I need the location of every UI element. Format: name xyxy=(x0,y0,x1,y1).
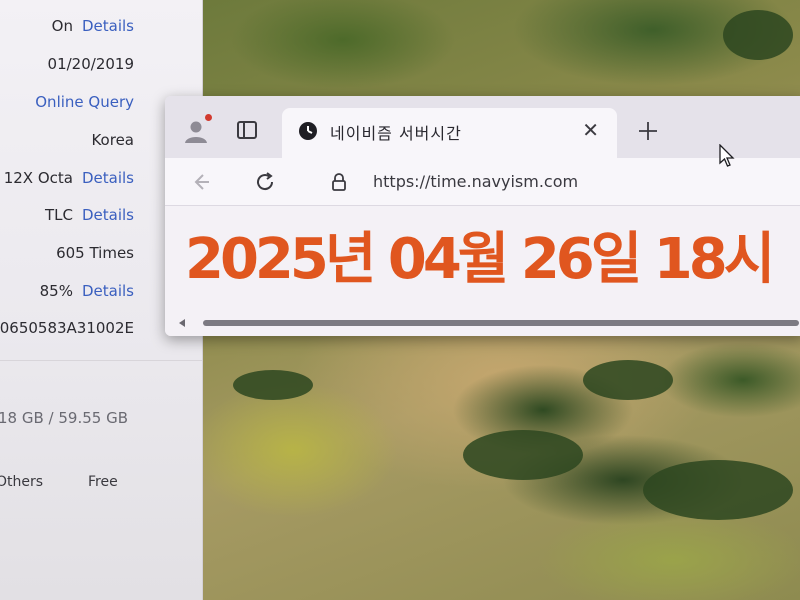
server-time-display: 2025년 04월 26일 18시 xyxy=(185,227,775,292)
url-text: https://time.navyism.com xyxy=(373,172,579,191)
tree-clump xyxy=(643,460,793,520)
tab-actions-icon[interactable] xyxy=(236,119,258,141)
info-value: 605 Times xyxy=(56,244,134,262)
tree-clump xyxy=(723,10,793,60)
tab-title: 네이비즘 서버시간 xyxy=(330,124,462,143)
info-row-status: On Details xyxy=(52,14,134,38)
info-value: 0650583A31002E xyxy=(0,319,134,337)
mouse-pointer-icon xyxy=(719,143,735,168)
browser-window: 네이비즘 서버시간 ✕ https://time.navyism.com 202… xyxy=(165,96,800,336)
info-value: 12X Octa xyxy=(3,169,73,187)
info-row-health: 85% Details xyxy=(40,279,134,303)
lock-icon[interactable] xyxy=(331,173,347,191)
notification-dot xyxy=(205,114,212,121)
close-icon[interactable]: ✕ xyxy=(582,120,599,140)
online-query-link[interactable]: Online Query xyxy=(35,93,134,111)
horizontal-scrollbar[interactable] xyxy=(179,319,799,327)
info-row-controller: 12X Octa Details xyxy=(4,166,134,190)
tab-bar: 네이비즘 서버시간 ✕ xyxy=(165,96,800,158)
legend-free: Free xyxy=(88,474,118,490)
info-row-serial: 0650583A31002E xyxy=(0,316,134,340)
plus-icon[interactable] xyxy=(635,118,661,144)
tree-clump xyxy=(233,370,313,400)
info-row-flash-type: TLC Details xyxy=(45,203,134,227)
info-row-region: Korea xyxy=(91,128,134,152)
tree-clump xyxy=(583,360,673,400)
profile-icon[interactable] xyxy=(183,118,209,144)
scroll-left-arrow-icon[interactable] xyxy=(179,319,185,327)
address-bar[interactable]: https://time.navyism.com xyxy=(315,164,785,200)
storage-usage: 18 GB / 59.55 GB xyxy=(0,409,128,427)
details-link[interactable]: Details xyxy=(82,206,134,224)
panel-divider xyxy=(0,360,202,361)
clock-icon xyxy=(298,121,318,141)
details-link[interactable]: Details xyxy=(82,282,134,300)
tab-active[interactable]: 네이비즘 서버시간 ✕ xyxy=(282,108,617,158)
back-arrow-icon[interactable] xyxy=(189,171,211,193)
tree-clump xyxy=(463,430,583,480)
info-value: TLC xyxy=(44,206,73,224)
info-row-online-query: Online Query xyxy=(35,90,134,114)
info-value: On xyxy=(51,17,73,35)
details-link[interactable]: Details xyxy=(82,17,134,35)
info-row-power-count: 605 Times xyxy=(56,241,134,265)
legend-others: Others xyxy=(0,474,44,490)
info-value: 85% xyxy=(39,282,73,300)
info-value: Korea xyxy=(91,131,134,149)
info-row-date: 01/20/2019 xyxy=(48,52,134,76)
browser-toolbar: https://time.navyism.com xyxy=(165,158,800,206)
page-content: 2025년 04월 26일 18시 xyxy=(165,206,800,336)
reload-icon[interactable] xyxy=(253,170,277,194)
scrollbar-thumb[interactable] xyxy=(203,320,799,326)
info-value: 01/20/2019 xyxy=(47,55,134,73)
details-link[interactable]: Details xyxy=(82,169,134,187)
